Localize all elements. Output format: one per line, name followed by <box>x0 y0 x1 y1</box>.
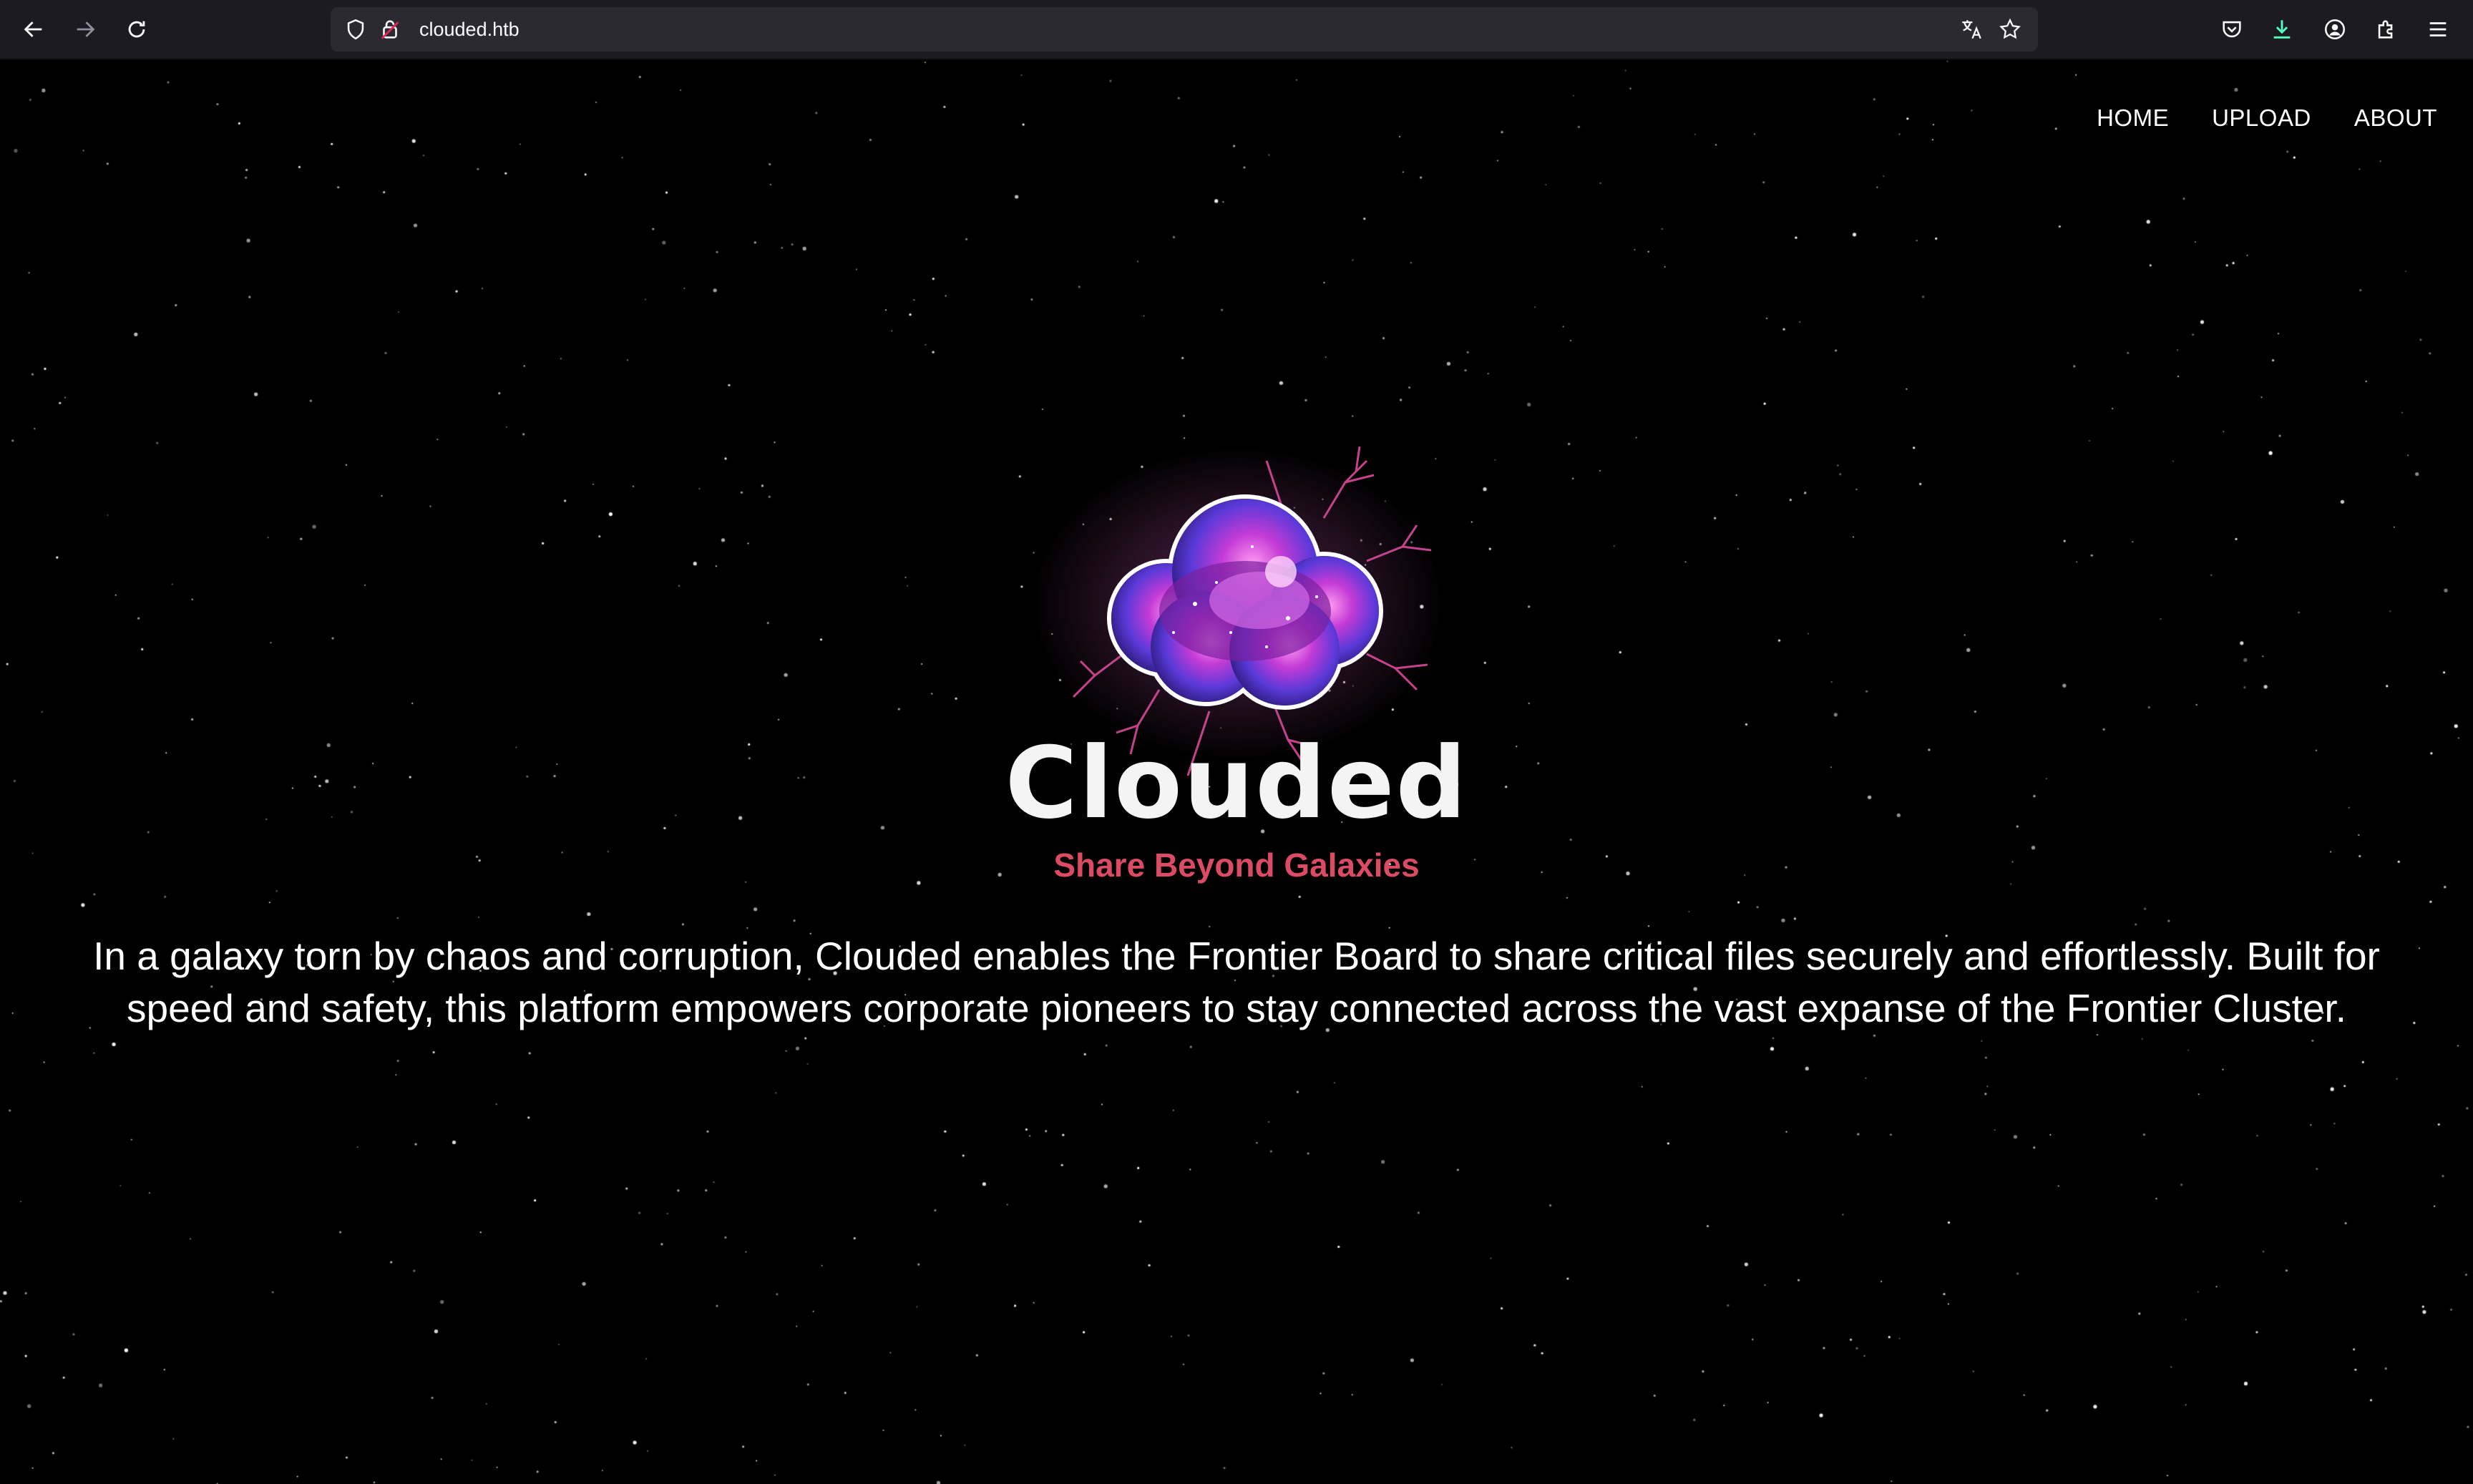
main-nav: HOME UPLOAD ABOUT <box>2097 104 2437 132</box>
menu-icon <box>2429 22 2447 36</box>
account-button[interactable] <box>2320 14 2350 44</box>
pocket-icon <box>2223 21 2241 38</box>
downloads-icon <box>2273 20 2291 39</box>
lock-icon[interactable] <box>378 17 402 42</box>
nav-home-link[interactable]: HOME <box>2097 104 2169 132</box>
menu-button[interactable] <box>2423 14 2453 44</box>
extensions-button[interactable] <box>2371 14 2401 44</box>
reload-button[interactable] <box>122 14 152 44</box>
shield-icon[interactable] <box>343 17 368 42</box>
back-button[interactable] <box>19 14 49 44</box>
browser-toolbar: clouded.htb <box>0 0 2473 60</box>
pocket-button[interactable] <box>2217 14 2247 44</box>
reload-icon <box>128 21 145 38</box>
brand-title: Clouded <box>1005 726 1468 841</box>
back-icon <box>24 21 42 37</box>
forward-icon <box>77 21 95 37</box>
translate-icon[interactable] <box>1959 17 1984 42</box>
downloads-button[interactable] <box>2267 14 2297 44</box>
nav-upload-link[interactable]: UPLOAD <box>2212 104 2311 132</box>
bookmark-star-icon[interactable] <box>1998 17 2022 42</box>
url-bar[interactable]: clouded.htb <box>331 7 2038 52</box>
hero-description: In a galaxy torn by chaos and corruption… <box>93 934 2380 1030</box>
tagline: Share Beyond Galaxies <box>1053 846 1420 884</box>
forward-button[interactable] <box>70 14 100 44</box>
url-text[interactable]: clouded.htb <box>419 7 520 52</box>
nav-about-link[interactable]: ABOUT <box>2354 104 2437 132</box>
extensions-icon <box>2378 20 2393 39</box>
page-viewport: HOME UPLOAD ABOUT Clouded Share Beyond G… <box>0 60 2473 1484</box>
account-icon <box>2324 19 2346 40</box>
